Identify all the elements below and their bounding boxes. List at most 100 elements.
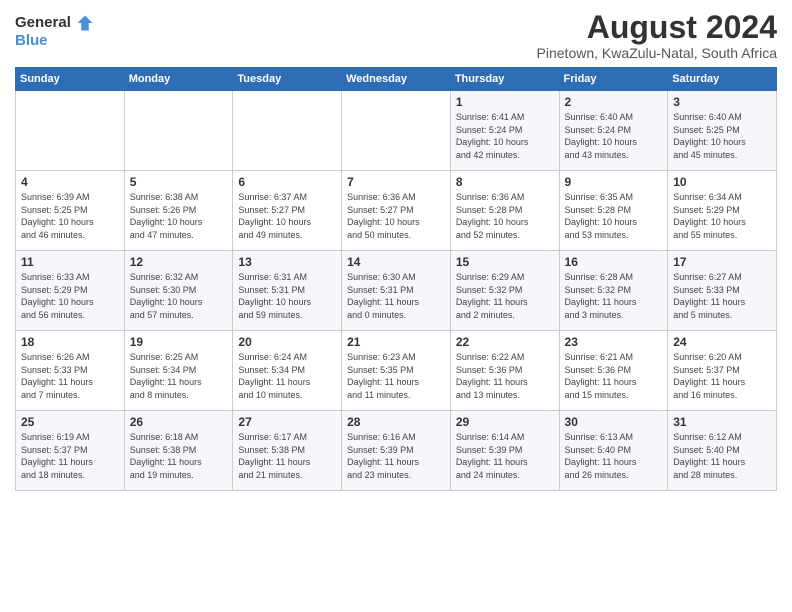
calendar-cell: 28 Sunrise: 6:16 AM Sunset: 5:39 PM Dayli… <box>342 411 451 491</box>
calendar-cell <box>233 91 342 171</box>
day-info: Sunrise: 6:31 AM Sunset: 5:31 PM Dayligh… <box>238 271 336 321</box>
day-info: Sunrise: 6:24 AM Sunset: 5:34 PM Dayligh… <box>238 351 336 401</box>
day-info: Sunrise: 6:16 AM Sunset: 5:39 PM Dayligh… <box>347 431 445 481</box>
calendar-cell: 1Sunrise: 6:41 AM Sunset: 5:24 PM Daylig… <box>450 91 559 171</box>
day-info: Sunrise: 6:25 AM Sunset: 5:34 PM Dayligh… <box>130 351 228 401</box>
calendar-cell: 15 Sunrise: 6:29 AM Sunset: 5:32 PM Dayli… <box>450 251 559 331</box>
day-number: 13 <box>238 255 336 269</box>
day-number: 14 <box>347 255 445 269</box>
day-number: 22 <box>456 335 554 349</box>
day-number: 5 <box>130 175 228 189</box>
day-number: 18 <box>21 335 119 349</box>
calendar-cell: 30Sunrise: 6:13 AM Sunset: 5:40 PM Dayli… <box>559 411 668 491</box>
day-number: 28 <box>347 415 445 429</box>
logo-text: General Blue <box>15 14 95 50</box>
day-info: Sunrise: 6:22 AM Sunset: 5:36 PM Dayligh… <box>456 351 554 401</box>
day-number: 3 <box>673 95 771 109</box>
logo: General Blue <box>15 14 95 50</box>
calendar-cell <box>124 91 233 171</box>
day-info: Sunrise: 6:13 AM Sunset: 5:40 PM Dayligh… <box>565 431 663 481</box>
calendar-cell: 21 Sunrise: 6:23 AM Sunset: 5:35 PM Dayli… <box>342 331 451 411</box>
weekday-header-monday: Monday <box>124 68 233 91</box>
day-info: Sunrise: 6:32 AM Sunset: 5:30 PM Dayligh… <box>130 271 228 321</box>
day-info: Sunrise: 6:35 AM Sunset: 5:28 PM Dayligh… <box>565 191 663 241</box>
day-info: Sunrise: 6:19 AM Sunset: 5:37 PM Dayligh… <box>21 431 119 481</box>
day-info: Sunrise: 6:36 AM Sunset: 5:27 PM Dayligh… <box>347 191 445 241</box>
calendar-cell: 9 Sunrise: 6:35 AM Sunset: 5:28 PM Daylig… <box>559 171 668 251</box>
day-number: 7 <box>347 175 445 189</box>
day-info: Sunrise: 6:20 AM Sunset: 5:37 PM Dayligh… <box>673 351 771 401</box>
day-number: 25 <box>21 415 119 429</box>
weekday-header-saturday: Saturday <box>668 68 777 91</box>
day-number: 27 <box>238 415 336 429</box>
location-subtitle: Pinetown, KwaZulu-Natal, South Africa <box>537 45 777 61</box>
calendar-cell: 25 Sunrise: 6:19 AM Sunset: 5:37 PM Dayli… <box>16 411 125 491</box>
day-info: Sunrise: 6:23 AM Sunset: 5:35 PM Dayligh… <box>347 351 445 401</box>
day-number: 19 <box>130 335 228 349</box>
day-info: Sunrise: 6:36 AM Sunset: 5:28 PM Dayligh… <box>456 191 554 241</box>
calendar-cell: 10 Sunrise: 6:34 AM Sunset: 5:29 PM Dayli… <box>668 171 777 251</box>
calendar-cell: 12 Sunrise: 6:32 AM Sunset: 5:30 PM Dayli… <box>124 251 233 331</box>
day-info: Sunrise: 6:21 AM Sunset: 5:36 PM Dayligh… <box>565 351 663 401</box>
day-info: Sunrise: 6:40 AM Sunset: 5:25 PM Dayligh… <box>673 111 771 161</box>
calendar-cell: 8Sunrise: 6:36 AM Sunset: 5:28 PM Daylig… <box>450 171 559 251</box>
day-number: 20 <box>238 335 336 349</box>
calendar-cell: 13 Sunrise: 6:31 AM Sunset: 5:31 PM Dayli… <box>233 251 342 331</box>
day-number: 24 <box>673 335 771 349</box>
day-number: 1 <box>456 95 554 109</box>
day-info: Sunrise: 6:14 AM Sunset: 5:39 PM Dayligh… <box>456 431 554 481</box>
day-info: Sunrise: 6:17 AM Sunset: 5:38 PM Dayligh… <box>238 431 336 481</box>
day-number: 16 <box>565 255 663 269</box>
calendar-cell: 3 Sunrise: 6:40 AM Sunset: 5:25 PM Daylig… <box>668 91 777 171</box>
calendar-cell: 16Sunrise: 6:28 AM Sunset: 5:32 PM Dayli… <box>559 251 668 331</box>
day-info: Sunrise: 6:29 AM Sunset: 5:32 PM Dayligh… <box>456 271 554 321</box>
day-info: Sunrise: 6:40 AM Sunset: 5:24 PM Dayligh… <box>565 111 663 161</box>
title-block: August 2024 Pinetown, KwaZulu-Natal, Sou… <box>537 10 777 61</box>
day-number: 26 <box>130 415 228 429</box>
calendar-week-5: 25 Sunrise: 6:19 AM Sunset: 5:37 PM Dayli… <box>16 411 777 491</box>
weekday-header-sunday: Sunday <box>16 68 125 91</box>
day-info: Sunrise: 6:30 AM Sunset: 5:31 PM Dayligh… <box>347 271 445 321</box>
day-info: Sunrise: 6:37 AM Sunset: 5:27 PM Dayligh… <box>238 191 336 241</box>
page-container: General Blue August 2024 Pinetown, KwaZu… <box>0 0 792 496</box>
day-number: 12 <box>130 255 228 269</box>
day-info: Sunrise: 6:38 AM Sunset: 5:26 PM Dayligh… <box>130 191 228 241</box>
day-number: 9 <box>565 175 663 189</box>
day-info: Sunrise: 6:33 AM Sunset: 5:29 PM Dayligh… <box>21 271 119 321</box>
day-number: 11 <box>21 255 119 269</box>
calendar-cell: 17 Sunrise: 6:27 AM Sunset: 5:33 PM Dayli… <box>668 251 777 331</box>
logo-general: General <box>15 14 71 31</box>
day-info: Sunrise: 6:34 AM Sunset: 5:29 PM Dayligh… <box>673 191 771 241</box>
calendar-cell: 26 Sunrise: 6:18 AM Sunset: 5:38 PM Dayli… <box>124 411 233 491</box>
day-number: 23 <box>565 335 663 349</box>
day-number: 17 <box>673 255 771 269</box>
month-year-title: August 2024 <box>537 10 777 45</box>
calendar-cell: 29Sunrise: 6:14 AM Sunset: 5:39 PM Dayli… <box>450 411 559 491</box>
day-number: 10 <box>673 175 771 189</box>
logo-blue: Blue <box>15 32 48 49</box>
day-number: 15 <box>456 255 554 269</box>
day-info: Sunrise: 6:12 AM Sunset: 5:40 PM Dayligh… <box>673 431 771 481</box>
calendar-week-4: 18 Sunrise: 6:26 AM Sunset: 5:33 PM Dayli… <box>16 331 777 411</box>
calendar-cell: 19 Sunrise: 6:25 AM Sunset: 5:34 PM Dayli… <box>124 331 233 411</box>
day-info: Sunrise: 6:27 AM Sunset: 5:33 PM Dayligh… <box>673 271 771 321</box>
calendar-cell: 6 Sunrise: 6:37 AM Sunset: 5:27 PM Daylig… <box>233 171 342 251</box>
day-info: Sunrise: 6:39 AM Sunset: 5:25 PM Dayligh… <box>21 191 119 241</box>
day-info: Sunrise: 6:26 AM Sunset: 5:33 PM Dayligh… <box>21 351 119 401</box>
day-number: 6 <box>238 175 336 189</box>
calendar-cell: 31 Sunrise: 6:12 AM Sunset: 5:40 PM Dayli… <box>668 411 777 491</box>
logo-icon <box>76 14 94 32</box>
weekday-header-tuesday: Tuesday <box>233 68 342 91</box>
calendar-cell <box>16 91 125 171</box>
header: General Blue August 2024 Pinetown, KwaZu… <box>15 10 777 61</box>
day-number: 21 <box>347 335 445 349</box>
calendar-week-2: 4Sunrise: 6:39 AM Sunset: 5:25 PM Daylig… <box>16 171 777 251</box>
day-number: 31 <box>673 415 771 429</box>
calendar-cell: 5 Sunrise: 6:38 AM Sunset: 5:26 PM Daylig… <box>124 171 233 251</box>
calendar-cell: 11 Sunrise: 6:33 AM Sunset: 5:29 PM Dayli… <box>16 251 125 331</box>
calendar-cell: 4Sunrise: 6:39 AM Sunset: 5:25 PM Daylig… <box>16 171 125 251</box>
day-info: Sunrise: 6:18 AM Sunset: 5:38 PM Dayligh… <box>130 431 228 481</box>
calendar-cell: 2 Sunrise: 6:40 AM Sunset: 5:24 PM Daylig… <box>559 91 668 171</box>
day-number: 2 <box>565 95 663 109</box>
calendar-cell: 20 Sunrise: 6:24 AM Sunset: 5:34 PM Dayli… <box>233 331 342 411</box>
